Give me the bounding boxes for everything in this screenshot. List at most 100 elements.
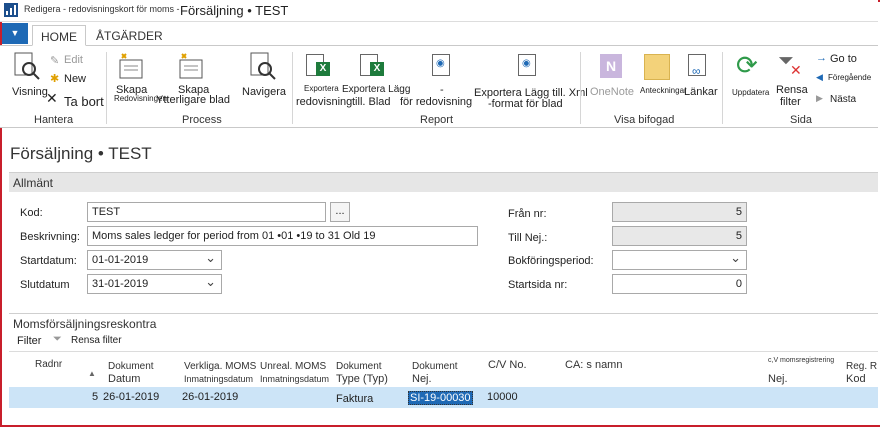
section-allmant-label: Allmänt: [13, 176, 54, 190]
anteckningar-label: Anteckningar: [640, 86, 687, 95]
globe-icon: ◉: [436, 58, 445, 69]
triangle-right-icon: ▶: [816, 93, 823, 103]
col-nej-2[interactable]: Nej.: [412, 373, 432, 385]
col-moms-reg-2[interactable]: Nej.: [768, 373, 788, 385]
beskrivning-field[interactable]: Moms sales ledger for period from 01 •01…: [87, 226, 478, 246]
refresh-icon: ⟳: [736, 50, 758, 80]
kod-label: Kod:: [20, 207, 43, 219]
exp4b: -format för blad: [488, 98, 563, 110]
nasta-label: Nästa: [830, 94, 857, 105]
pencil-icon: ✎: [50, 55, 60, 67]
globe-icon: ◉: [522, 58, 531, 69]
app-logo-icon: [4, 3, 18, 17]
group-hantera: Hantera: [34, 114, 74, 126]
fran-nr-field: 5: [612, 202, 747, 222]
exp2a: Exportera Lägg: [342, 84, 411, 95]
delete-label: Ta bort: [64, 94, 104, 109]
visning-label: Visning: [12, 86, 48, 98]
lankar-label: Länkar: [684, 86, 718, 98]
cell-radnr: 5: [92, 391, 99, 403]
col-nej-1[interactable]: Dokument: [412, 361, 458, 373]
table-header-divider: [9, 351, 878, 352]
group-visa-bifogad: Visa bifogad: [614, 114, 675, 126]
col-radnr[interactable]: Radnr: [35, 359, 62, 371]
title-bar: Redigera - redovisningskort för moms - F…: [0, 0, 878, 22]
tab-home[interactable]: HOME: [32, 25, 86, 46]
col-typ-1[interactable]: Dokument: [336, 361, 382, 373]
group-divider: [106, 52, 107, 124]
app-menu-button[interactable]: ▼: [2, 23, 28, 44]
ribbon-tab-row: ▼ HOME ÅTGÄRDER: [0, 23, 878, 46]
cell-cv-no: 10000: [487, 391, 518, 403]
edit-label: Edit: [64, 54, 83, 66]
slutdatum-field[interactable]: 31-01-2019: [87, 274, 222, 294]
col-dok-datum-1[interactable]: Dokument: [108, 361, 154, 373]
rensa-filter-link[interactable]: Rensa filter: [71, 335, 122, 346]
excel-icon: X: [370, 62, 384, 76]
filter-label[interactable]: Filter: [17, 335, 41, 347]
kod-lookup-button[interactable]: ...: [330, 202, 350, 222]
delete-x-icon: ✕: [46, 90, 58, 106]
exp3a: -: [440, 84, 444, 96]
navigera-label: Navigera: [242, 86, 287, 98]
navigate-icon: [250, 52, 276, 80]
link-icon: ∞: [692, 64, 701, 78]
col-ca-namn[interactable]: CA: s namn: [565, 359, 622, 371]
startsida-label: Startsida nr:: [508, 279, 568, 291]
kod-field[interactable]: TEST: [87, 202, 326, 222]
col-moms-reg-1[interactable]: c,V momsregistrering: [768, 355, 834, 367]
till-nej-field: 5: [612, 226, 747, 246]
cell-typ: Faktura: [336, 393, 374, 405]
new-label: New: [64, 73, 87, 85]
excel-icon: X: [316, 62, 330, 76]
skapa2-sub: Ytterligare blad: [156, 94, 230, 106]
group-report: Report: [420, 114, 454, 126]
filter-bar: Filter ⏷ Rensa filter: [9, 333, 878, 351]
window-subtitle: Redigera - redovisningskort för moms -: [24, 4, 180, 14]
col-verkliga-1[interactable]: Verkliga. MOMS: [184, 361, 256, 373]
clear-filter-icon: ⏷: [53, 333, 62, 345]
create-report-icon: [119, 53, 143, 79]
bokforingsperiod-label: Bokföringsperiod:: [508, 255, 594, 267]
onenote-label: OneNote: [590, 86, 635, 98]
till-nej-label: Till Nej.:: [508, 232, 548, 244]
subpage-header[interactable]: Momsförsäljningsreskontra: [9, 313, 878, 332]
cell-verkliga: 26-01-2019: [182, 391, 239, 403]
col-reg-kod-1[interactable]: Reg. R: [846, 361, 877, 373]
section-allmant[interactable]: Allmänt: [9, 172, 878, 192]
goto-label: Go to: [830, 53, 857, 65]
create-sheet-icon: [179, 53, 203, 79]
startdatum-field[interactable]: 01-01-2019: [87, 250, 222, 270]
group-divider: [580, 52, 581, 124]
uppdatera-label: Uppdatera: [732, 88, 770, 97]
arrow-right-icon: →: [816, 52, 827, 64]
subpage-title: Momsförsäljningsreskontra: [13, 317, 157, 331]
group-process: Process: [182, 114, 222, 126]
window-title: Försäljning • TEST: [180, 3, 289, 18]
tab-atgarder[interactable]: ÅTGÄRDER: [88, 25, 171, 46]
clear-x-icon: ✕: [790, 62, 802, 78]
ribbon: Visning ✎ Edit ✱ New ✕ Ta bort Hantera S…: [0, 46, 878, 128]
startsida-field[interactable]: 0: [612, 274, 747, 294]
col-verkliga-2[interactable]: Inmatningsdatum: [184, 373, 253, 385]
exp3b: för redovisning: [400, 96, 473, 108]
exp1a: Exportera: [304, 84, 339, 93]
page-title: Försäljning • TEST: [10, 144, 152, 163]
cell-dok-nej[interactable]: SI-19-00030: [408, 391, 473, 405]
col-typ-2[interactable]: Type (Typ): [336, 373, 388, 385]
group-sida: Sida: [790, 114, 813, 126]
onenote-icon: N: [600, 54, 622, 78]
col-dok-datum-2[interactable]: Datum: [108, 373, 140, 385]
exp1b: redovisning: [296, 96, 353, 108]
note-icon: [644, 54, 670, 80]
chevron-down-icon: ▼: [10, 28, 20, 38]
view-doc-icon: [14, 52, 40, 80]
col-unreal-2[interactable]: Inmatningsdatum: [260, 373, 329, 385]
col-cv-no[interactable]: C/V No.: [488, 359, 527, 371]
bokforingsperiod-field[interactable]: [612, 250, 747, 270]
col-unreal-1[interactable]: Unreal. MOMS: [260, 361, 326, 373]
rensa-b: filter: [780, 96, 801, 108]
col-reg-kod-2[interactable]: Kod: [846, 373, 866, 385]
startdatum-label: Startdatum:: [20, 255, 77, 267]
triangle-left-icon: ◀: [816, 72, 823, 82]
